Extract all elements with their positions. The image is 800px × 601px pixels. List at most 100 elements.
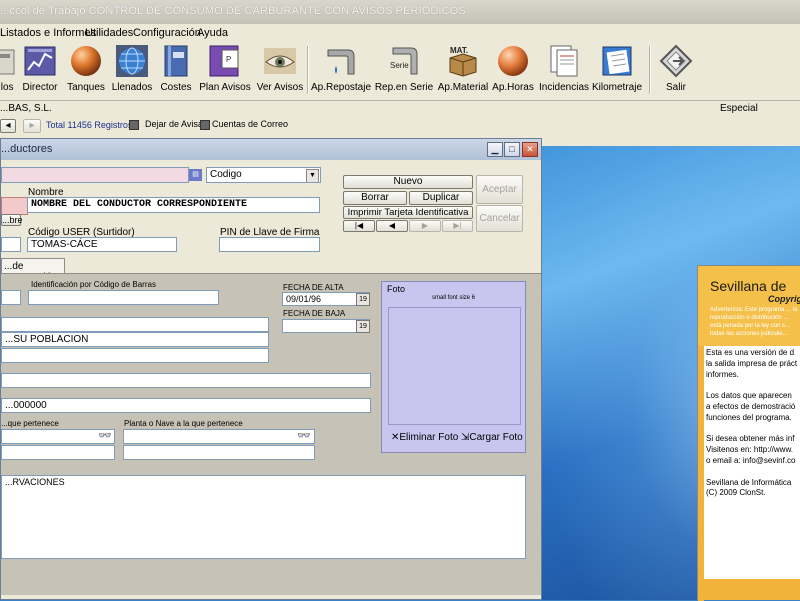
menu-bar: Listados e Informes Utilidades Configura… <box>0 25 800 42</box>
toolbar-button-ver-avisos[interactable]: Ver Avisos <box>257 42 303 98</box>
search-field-select[interactable]: Codigo ▼ <box>206 167 321 183</box>
email-input[interactable] <box>1 373 371 388</box>
sevillana-text-line: Sevillana de Informática <box>706 477 792 487</box>
book-icon <box>164 45 188 77</box>
nombre-button[interactable]: ...bre <box>1 214 23 226</box>
menu-ayuda[interactable]: Ayuda <box>197 27 228 39</box>
minimize-button[interactable]: ▁ <box>487 142 503 157</box>
toolbar: ...los Director Tanques Llenados Costes … <box>0 42 800 98</box>
codigo-aux-input[interactable] <box>1 237 21 252</box>
sevillana-text-line: la salida impresa de práct <box>706 358 798 368</box>
poblacion-input[interactable]: ...SU POBLACION <box>1 332 269 347</box>
binoculars-icon[interactable]: 👓 <box>297 429 311 442</box>
toolbar-button-costes[interactable]: Costes <box>156 42 196 98</box>
nuevo-button[interactable]: Nuevo <box>343 175 473 189</box>
prev-record-button[interactable]: ◀ <box>376 220 408 232</box>
planta-desc-input[interactable] <box>123 445 315 460</box>
close-button[interactable]: ✕ <box>522 142 538 157</box>
last-record-button[interactable]: ▶| <box>442 220 473 232</box>
chevron-down-icon[interactable]: ▼ <box>306 169 319 182</box>
sevillana-text-line: informes. <box>706 369 739 379</box>
planta-input[interactable] <box>123 429 315 444</box>
svg-text:P: P <box>226 55 231 64</box>
duplicar-button[interactable]: Duplicar <box>409 191 473 205</box>
cuentas-correo-checkbox[interactable] <box>200 120 210 130</box>
material-box-icon: MAT. <box>449 46 477 77</box>
sevillana-text-line <box>706 380 800 391</box>
pertenece-desc-input[interactable] <box>1 445 115 460</box>
menu-configuracion[interactable]: Configuración <box>133 27 201 39</box>
svg-text:MAT.: MAT. <box>450 46 468 55</box>
sevillana-warning: Advertencia: Este programa ... la reprod… <box>710 307 798 337</box>
borrar-button[interactable]: Borrar <box>343 191 407 205</box>
first-record-button[interactable]: |◀ <box>343 220 375 232</box>
nav-next-button[interactable]: ▸ <box>23 119 41 133</box>
next-record-button[interactable]: ▶ <box>409 220 441 232</box>
nav-prev-button[interactable]: ◂ <box>0 119 16 133</box>
direccion-input[interactable] <box>1 317 269 332</box>
sevillana-text-line <box>706 467 800 478</box>
sevillana-text-line: Si desea obtener más inf <box>706 434 795 444</box>
search-icon[interactable]: ▤ <box>189 169 202 181</box>
id-input[interactable] <box>1 290 21 305</box>
imprimir-tarjeta-button[interactable]: Imprimir Tarjeta Identificativa <box>343 206 473 219</box>
sevillana-footer <box>704 579 800 600</box>
ident-barras-input[interactable] <box>28 290 219 305</box>
provincia-input[interactable] <box>1 348 269 363</box>
color-swatch <box>1 197 28 215</box>
binoculars-icon[interactable]: 👓 <box>98 429 112 442</box>
company-name: ...BAS, S.L. <box>0 103 52 114</box>
toolbar-button-ap-horas[interactable]: Ap.Horas <box>492 42 534 98</box>
toolbar-button-plan-avisos[interactable]: P Plan Avisos <box>199 42 251 98</box>
observaciones-textarea[interactable]: ...RVACIONES <box>1 475 526 559</box>
calendar-icon[interactable]: 19 <box>356 320 370 333</box>
exit-icon <box>659 44 693 78</box>
section-label: Especial <box>720 103 758 114</box>
aceptar-button[interactable]: Aceptar <box>476 175 523 204</box>
pertenece-label: ...que pertenece <box>1 419 59 428</box>
toolbar-button-ap-material[interactable]: MAT. Ap.Material <box>438 42 489 98</box>
documents-icon <box>550 45 578 77</box>
menu-listados[interactable]: Listados e Informes <box>0 27 96 39</box>
title-bar[interactable]: ...ccol de Trabajo CONTROL DE CONSUMO DE… <box>0 0 800 24</box>
globe-grid-icon <box>116 45 148 77</box>
cargar-foto-button[interactable]: ⇲Cargar Foto <box>461 432 523 443</box>
toolbar-button-tanques[interactable]: Tanques <box>66 42 106 98</box>
eye-icon <box>264 48 296 74</box>
toolbar-button-kilometraje[interactable]: Kilometraje <box>592 42 642 98</box>
codigo-user-input[interactable]: TOMAS-CÁCE <box>27 237 177 252</box>
fecha-baja-label: FECHA DE BAJA <box>283 309 346 318</box>
nombre-input[interactable]: NOMBRE DEL CONDUCTOR CORRESPONDIENTE <box>27 197 320 213</box>
sevillana-text-line <box>706 424 800 435</box>
toolbar-button-ap-repostaje[interactable]: Ap.Repostaje <box>311 42 371 98</box>
sphere-icon <box>71 46 101 76</box>
eliminar-foto-button[interactable]: ✕Eliminar Foto <box>391 432 458 443</box>
search-input[interactable] <box>1 167 189 183</box>
toolbar-button-director[interactable]: Director <box>20 42 60 98</box>
foto-label: Foto <box>387 284 406 294</box>
sevillana-info-panel: Sevillana de Copyrig Advertencia: Este p… <box>697 265 800 601</box>
dialog-title: ...ductores <box>1 143 53 155</box>
dejar-avisar-checkbox[interactable] <box>129 120 139 130</box>
cancelar-button[interactable]: Cancelar <box>476 205 523 232</box>
maximize-button[interactable]: □ <box>504 142 520 157</box>
dialog-title-bar[interactable]: ...ductores ▁ □ ✕ <box>1 139 541 160</box>
telefono-input[interactable]: ...000000 <box>1 398 371 413</box>
calendar-icon[interactable]: 19 <box>356 293 370 306</box>
toolbar-button-incidencias[interactable]: Incidencias <box>539 42 589 98</box>
record-total: Total 11456 Registros <box>46 120 133 130</box>
sevillana-text-line: funciones del programa. <box>706 412 792 422</box>
chart-icon <box>24 46 56 76</box>
ident-barras-label: Identificación por Código de Barras <box>31 280 156 289</box>
cuentas-correo-label: Cuentas de Correo <box>212 119 289 129</box>
tab-navegacion[interactable]: ...de Navegación <box>1 258 65 283</box>
fecha-alta-label: FECHA DE ALTA <box>283 283 344 292</box>
pin-input[interactable] <box>219 237 320 252</box>
checklist-icon <box>602 46 632 76</box>
menu-utilidades[interactable]: Utilidades <box>85 27 133 39</box>
foto-image[interactable] <box>388 307 521 425</box>
pipe-icon <box>327 49 355 75</box>
svg-text:Serie: Serie <box>390 61 409 70</box>
toolbar-button-salir[interactable]: Salir <box>656 42 696 98</box>
toolbar-button-rep-en-serie[interactable]: Serie Rep.en Serie <box>375 42 433 98</box>
